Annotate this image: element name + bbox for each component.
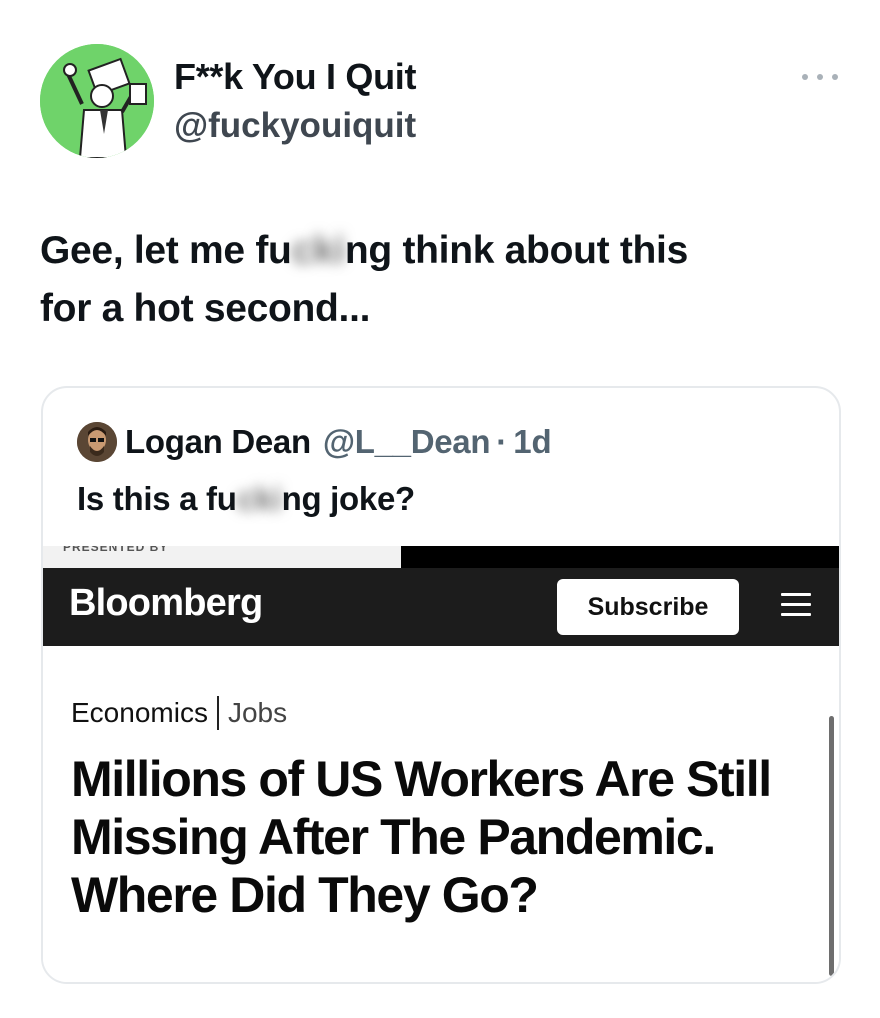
quote-text-part: ng joke? xyxy=(281,480,416,517)
menu-line xyxy=(781,593,811,596)
tag-divider xyxy=(216,696,219,730)
quoted-user-avatar[interactable] xyxy=(77,422,117,462)
menu-line xyxy=(781,613,811,616)
dot xyxy=(832,74,838,80)
subscribe-button[interactable]: Subscribe xyxy=(557,579,739,635)
quitting-man-illustration xyxy=(40,44,154,158)
quoted-tweet-text: Is this a fucking joke? xyxy=(77,480,415,518)
dot xyxy=(802,74,808,80)
scrollbar[interactable] xyxy=(829,716,834,976)
portrait-image xyxy=(77,422,117,462)
menu-line xyxy=(781,603,811,606)
bloomberg-logo[interactable]: Bloomberg xyxy=(69,582,263,625)
subcategory-link[interactable]: Jobs xyxy=(228,697,287,729)
hamburger-menu-icon[interactable] xyxy=(781,593,811,621)
quoted-timestamp[interactable]: 1d xyxy=(513,423,552,461)
quoted-user-handle[interactable]: @L__Dean xyxy=(323,423,491,461)
article-headline[interactable]: Millions of US Workers Are Still Missing… xyxy=(71,750,811,924)
article-screenshot[interactable]: PRESENTED BY Bloomberg Subscribe Economi… xyxy=(43,546,839,982)
profile-avatar[interactable] xyxy=(40,44,154,158)
user-handle[interactable]: @fuckyouiquit xyxy=(174,106,416,146)
tweet-text-part: Gee, let me fu xyxy=(40,229,292,272)
separator-dot: · xyxy=(496,423,508,460)
more-options-icon[interactable] xyxy=(802,66,838,88)
quoted-tweet-card[interactable]: Logan Dean @L__Dean · 1d Is this a fucki… xyxy=(41,386,841,984)
ad-strip: PRESENTED BY xyxy=(43,546,839,568)
category-link[interactable]: Economics xyxy=(71,697,208,729)
tweet-text-part: ng think about this xyxy=(344,229,688,272)
ad-label: PRESENTED BY xyxy=(63,546,169,554)
tweet-text: Gee, let me fucking think about this for… xyxy=(40,222,840,338)
bloomberg-nav-bar: Bloomberg Subscribe xyxy=(43,568,839,646)
ad-banner xyxy=(401,546,839,568)
tweet-text-part: for a hot second... xyxy=(40,287,371,330)
quote-text-part: Is this a fu xyxy=(77,480,237,517)
quoted-user-name[interactable]: Logan Dean xyxy=(125,423,311,461)
dot xyxy=(817,74,823,80)
censored-blur: cki xyxy=(236,480,282,517)
article-breadcrumb: Economics Jobs xyxy=(71,696,287,730)
censored-blur: cki xyxy=(291,229,346,272)
display-name[interactable]: F**k You I Quit xyxy=(174,56,417,98)
quoted-tweet-header: Logan Dean @L__Dean · 1d xyxy=(77,422,552,462)
